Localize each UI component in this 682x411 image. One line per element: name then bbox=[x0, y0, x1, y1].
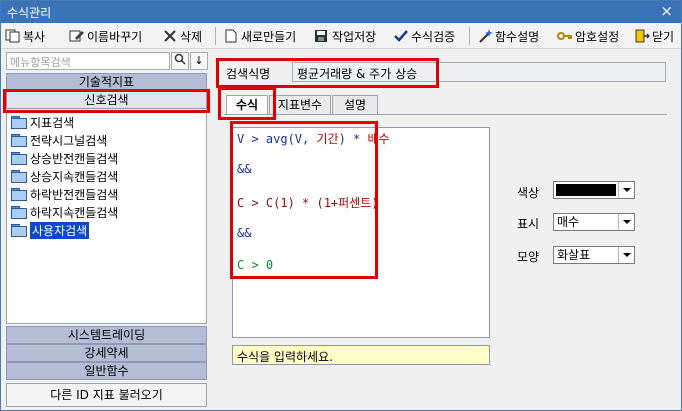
tree-item-label: 하락지속캔들검색 bbox=[30, 205, 119, 220]
folder-icon bbox=[11, 170, 27, 183]
rename-label: 이름바꾸기 bbox=[87, 29, 143, 44]
delete-button[interactable]: 삭제 bbox=[162, 27, 202, 45]
down-arrow-button[interactable]: ↓ bbox=[190, 52, 208, 70]
tree-item-bullish-reversal[interactable]: 상승반전캔들검색 bbox=[11, 149, 118, 167]
toolbar: 복사 이름바꾸기 삭제 새로만들기 작업저장 수식검증 함수설명 암호설정 닫기 bbox=[1, 23, 681, 49]
tree-item-user-search[interactable]: 사용자검색 bbox=[11, 221, 90, 239]
new-button[interactable]: 새로만들기 bbox=[223, 27, 296, 45]
tab-divider bbox=[224, 114, 667, 115]
folder-icon bbox=[11, 188, 27, 201]
category-technical[interactable]: 기술적지표 bbox=[6, 73, 207, 91]
chevron-down-icon bbox=[618, 214, 634, 230]
tab-formula[interactable]: 수식 bbox=[226, 95, 268, 116]
formula-line-5: C > 0 bbox=[237, 258, 274, 272]
chevron-down-icon bbox=[618, 247, 634, 263]
checkmark-icon bbox=[393, 29, 409, 43]
close-label: 닫기 bbox=[652, 29, 675, 44]
open-folder-icon bbox=[11, 224, 27, 237]
category-system-trading[interactable]: 시스템트레이딩 bbox=[6, 326, 207, 344]
delete-label: 삭제 bbox=[180, 29, 203, 44]
tab-indicator-variables[interactable]: 지표변수 bbox=[269, 95, 331, 115]
function-help-label: 함수설명 bbox=[495, 29, 540, 44]
display-select[interactable]: 매수 bbox=[553, 213, 635, 231]
tab-description[interactable]: 설명 bbox=[332, 95, 378, 115]
toolbar-separator bbox=[215, 27, 216, 45]
save-button[interactable]: 작업저장 bbox=[314, 27, 376, 45]
close-button[interactable]: 닫기 bbox=[634, 27, 674, 45]
tree-item-strategy-signal[interactable]: 전략시그널검색 bbox=[11, 131, 107, 149]
folder-icon bbox=[11, 134, 27, 147]
color-label: 색상 bbox=[517, 186, 540, 200]
password-label: 암호설정 bbox=[575, 29, 620, 44]
formula-line-2: && bbox=[237, 162, 252, 176]
save-label: 작업저장 bbox=[332, 29, 377, 44]
color-picker[interactable] bbox=[553, 181, 635, 199]
verify-label: 수식검증 bbox=[411, 29, 456, 44]
category-strength[interactable]: 강세약세 bbox=[6, 344, 207, 362]
signal-tree: 지표검색 전략시그널검색 상승반전캔들검색 상승지속캔들검색 하락반전캔들검색 … bbox=[6, 110, 207, 324]
tree-item-label: 하락반전캔들검색 bbox=[30, 187, 119, 202]
chevron-down-icon bbox=[618, 182, 634, 198]
folder-icon bbox=[11, 116, 27, 129]
tree-item-bullish-continuation[interactable]: 상승지속캔들검색 bbox=[11, 167, 118, 185]
rename-icon bbox=[69, 29, 85, 43]
display-label: 표시 bbox=[517, 217, 540, 231]
load-other-id-button[interactable]: 다른 ID 지표 불러오기 bbox=[6, 383, 207, 407]
formula-manager-window: 수식관리 × 복사 이름바꾸기 삭제 새로만들기 작업저장 수식검증 함수설명 … bbox=[0, 0, 682, 411]
new-document-icon bbox=[223, 29, 239, 43]
toolbar-separator bbox=[469, 27, 470, 45]
tree-item-label: 전략시그널검색 bbox=[30, 133, 108, 148]
search-icon bbox=[174, 53, 186, 65]
formula-editor[interactable]: V > avg(V, 기간) * 배수 && C > C(1) * (1+퍼센트… bbox=[232, 127, 490, 338]
new-label: 새로만들기 bbox=[241, 29, 297, 44]
function-help-button[interactable]: 함수설명 bbox=[477, 27, 539, 45]
close-icon[interactable]: × bbox=[660, 2, 673, 20]
menu-search-input[interactable]: 메뉴항목검색 bbox=[6, 52, 170, 70]
password-button[interactable]: 암호설정 bbox=[557, 27, 619, 45]
formula-line-4: && bbox=[237, 226, 252, 240]
title-bar: 수식관리 × bbox=[1, 1, 681, 23]
copy-icon bbox=[5, 29, 21, 43]
folder-icon bbox=[11, 206, 27, 219]
magic-wand-icon bbox=[477, 29, 493, 43]
verify-button[interactable]: 수식검증 bbox=[393, 27, 455, 45]
shape-value: 화살표 bbox=[557, 248, 591, 262]
color-swatch bbox=[556, 184, 616, 196]
key-icon bbox=[557, 29, 573, 43]
folder-icon bbox=[11, 152, 27, 165]
tree-item-bearish-continuation[interactable]: 하락지속캔들검색 bbox=[11, 203, 118, 221]
category-general-functions[interactable]: 일반함수 bbox=[6, 362, 207, 380]
formula-hint: 수식을 입력하세요. bbox=[232, 345, 490, 365]
shape-label: 모양 bbox=[517, 250, 540, 264]
tree-item-indicator-search[interactable]: 지표검색 bbox=[11, 113, 74, 131]
search-button[interactable] bbox=[171, 52, 189, 70]
formula-line-1: V > avg(V, 기간) * 배수 bbox=[237, 132, 390, 146]
rename-button[interactable]: 이름바꾸기 bbox=[69, 27, 142, 45]
category-signal[interactable]: 신호검색 bbox=[6, 91, 207, 109]
tree-item-bearish-reversal[interactable]: 하락반전캔들검색 bbox=[11, 185, 118, 203]
tree-item-label: 사용자검색 bbox=[30, 221, 90, 239]
display-value: 매수 bbox=[557, 215, 580, 229]
save-icon bbox=[314, 29, 330, 43]
exit-door-icon bbox=[634, 29, 651, 43]
formula-line-3: C > C(1) * (1+퍼센트) bbox=[237, 196, 379, 210]
copy-button[interactable]: 복사 bbox=[5, 27, 45, 45]
shape-select[interactable]: 화살표 bbox=[553, 246, 635, 264]
tree-item-label: 지표검색 bbox=[30, 115, 75, 130]
window-title: 수식관리 bbox=[7, 6, 52, 20]
formula-name-label: 검색식명 bbox=[226, 67, 271, 81]
formula-name-field[interactable]: 평균거래량 & 주가 상승 bbox=[292, 62, 666, 82]
tree-item-label: 상승지속캔들검색 bbox=[30, 169, 119, 184]
tree-item-label: 상승반전캔들검색 bbox=[30, 151, 119, 166]
copy-label: 복사 bbox=[23, 29, 46, 44]
delete-icon bbox=[162, 29, 178, 43]
